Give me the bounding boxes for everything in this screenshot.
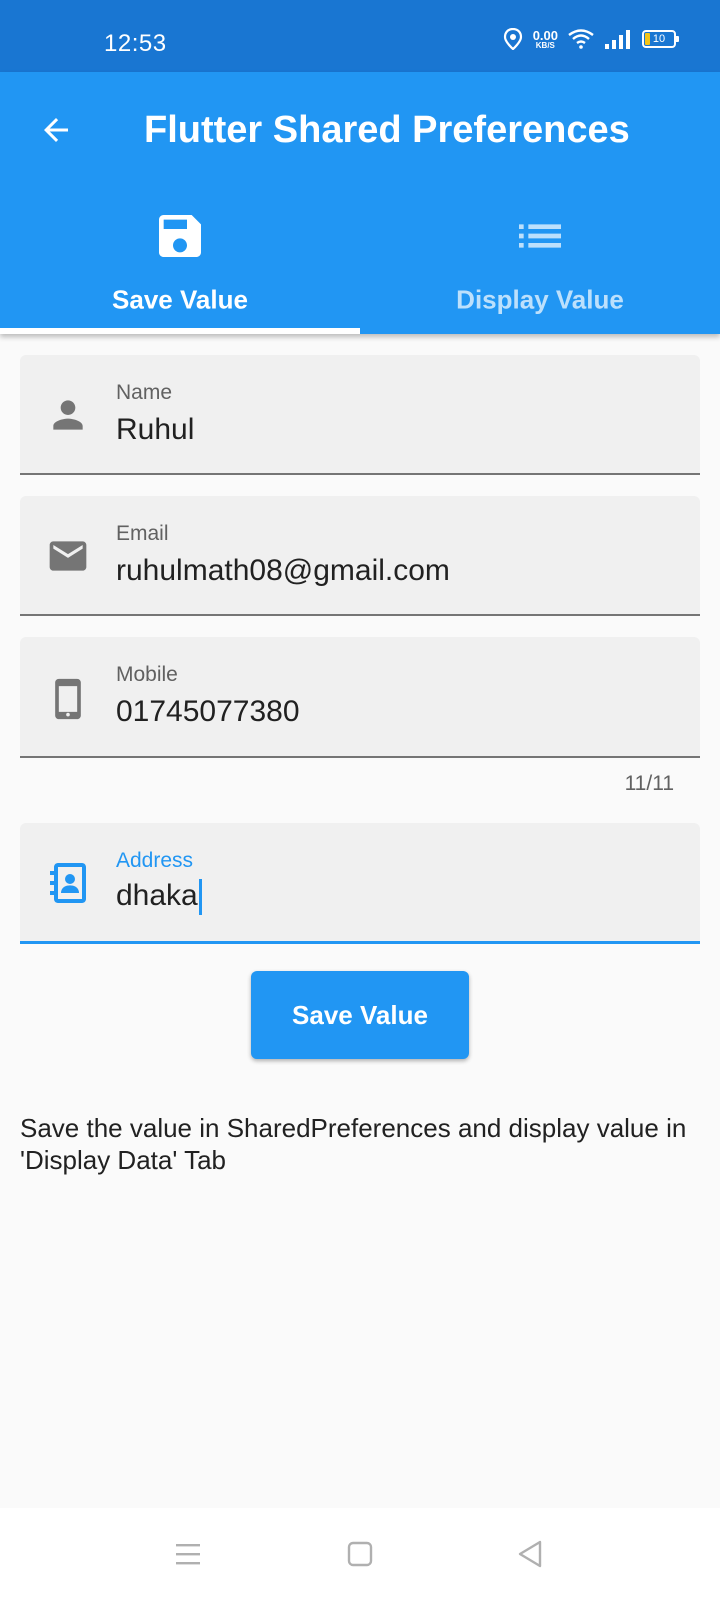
status-time: 12:53 bbox=[104, 30, 167, 57]
status-bar: 12:53 0.00 KB/S 10 bbox=[0, 0, 720, 72]
home-button[interactable] bbox=[340, 1534, 380, 1574]
battery-icon: 10 bbox=[642, 30, 679, 48]
list-icon bbox=[519, 224, 561, 248]
menu-icon bbox=[176, 1544, 200, 1565]
tab-display-value[interactable]: Display Value bbox=[360, 200, 720, 334]
email-field[interactable]: Email ruhulmath08@gmail.com bbox=[20, 496, 700, 616]
save-icon bbox=[159, 215, 201, 257]
menu-button[interactable] bbox=[168, 1534, 208, 1574]
description-text: Save the value in SharedPreferences and … bbox=[20, 1113, 687, 1175]
triangle-back-icon bbox=[518, 1540, 542, 1568]
mobile-value: 01745077380 bbox=[116, 695, 300, 728]
address-value: dhaka bbox=[116, 879, 202, 916]
app-bar: Flutter Shared Preferences Save Value Di… bbox=[0, 72, 720, 334]
arrow-back-icon bbox=[44, 118, 68, 142]
app-title: Flutter Shared Preferences bbox=[144, 109, 630, 151]
save-value-button[interactable]: Save Value bbox=[251, 971, 469, 1059]
phone-icon bbox=[55, 678, 81, 720]
name-value: Ruhul bbox=[116, 413, 195, 446]
tab-indicator bbox=[0, 328, 360, 334]
mobile-label: Mobile bbox=[116, 663, 178, 686]
square-icon bbox=[347, 1541, 373, 1567]
system-nav-bar bbox=[0, 1508, 720, 1600]
email-label: Email bbox=[116, 522, 169, 545]
tab-save-value[interactable]: Save Value bbox=[0, 200, 360, 334]
back-nav-button[interactable] bbox=[510, 1534, 550, 1574]
email-value: ruhulmath08@gmail.com bbox=[116, 554, 450, 587]
status-icons: 0.00 KB/S 10 bbox=[503, 27, 679, 50]
address-value-text: dhaka bbox=[116, 879, 198, 912]
location-icon bbox=[503, 28, 522, 50]
name-field[interactable]: Name Ruhul bbox=[20, 355, 700, 475]
tab-display-label: Display Value bbox=[456, 284, 624, 315]
net-speed: 0.00 KB/S bbox=[532, 27, 558, 50]
address-label: Address bbox=[116, 849, 194, 872]
name-label: Name bbox=[116, 381, 173, 404]
contact-card-icon bbox=[50, 863, 86, 903]
tab-save-label: Save Value bbox=[112, 284, 248, 315]
back-button[interactable] bbox=[32, 106, 80, 154]
wifi-icon bbox=[568, 29, 594, 49]
mobile-field[interactable]: Mobile 01745077380 bbox=[20, 637, 700, 758]
signal-icon bbox=[605, 30, 630, 49]
person-icon bbox=[53, 400, 83, 430]
mobile-counter: 11/11 bbox=[624, 772, 674, 795]
address-field[interactable]: Address dhaka bbox=[20, 823, 700, 944]
email-icon bbox=[49, 541, 87, 571]
text-cursor bbox=[198, 879, 202, 916]
